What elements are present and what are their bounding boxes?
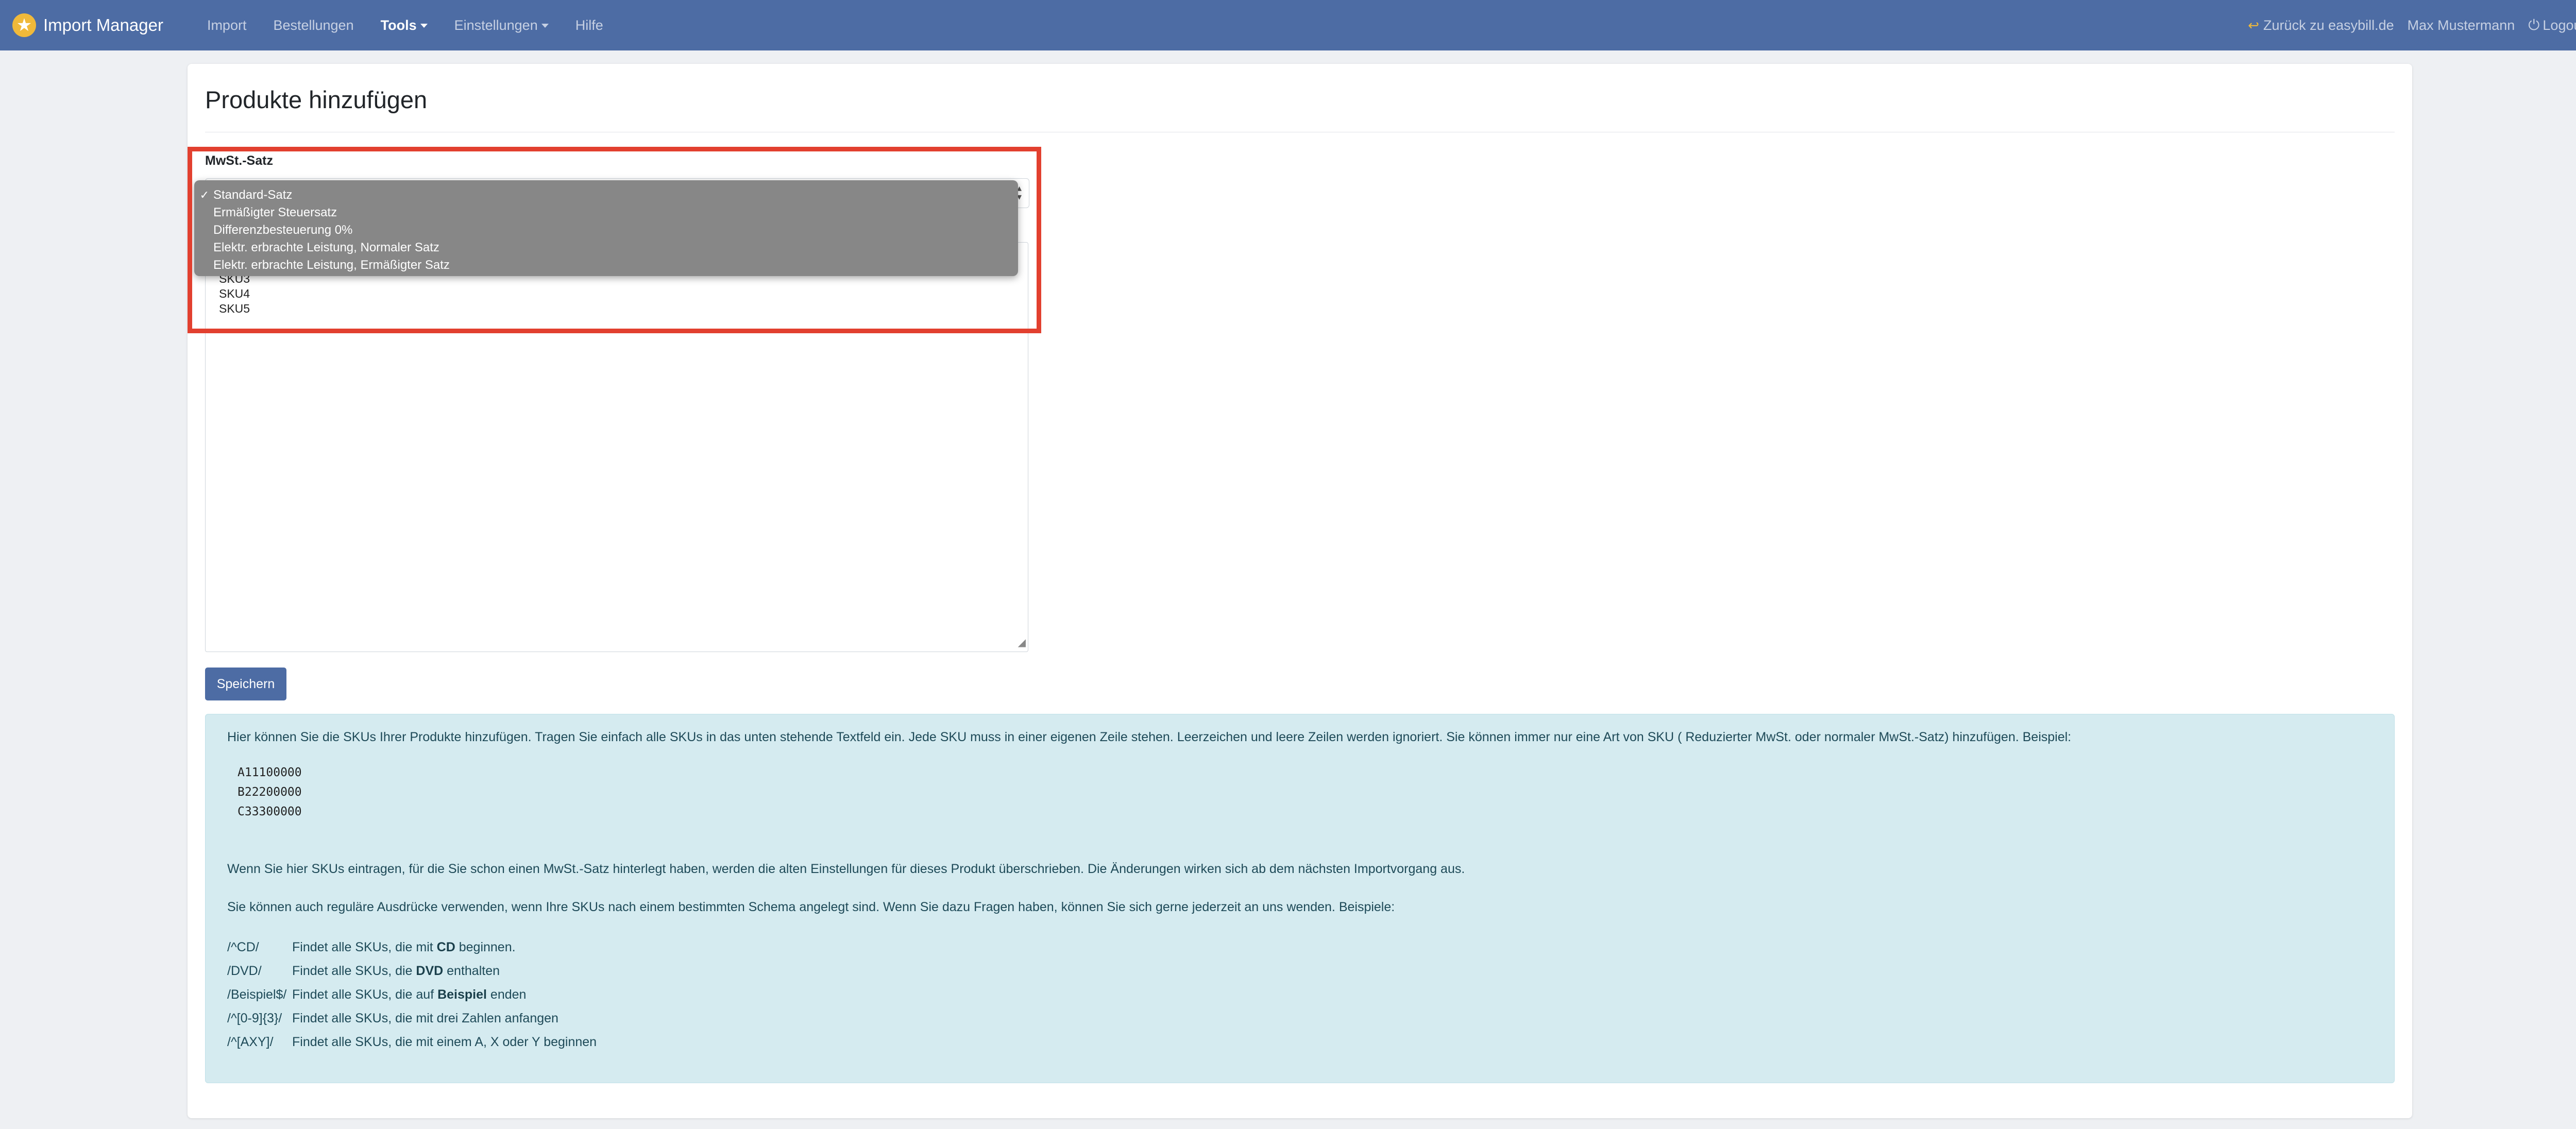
- regex-desc-text: Findet alle SKUs, die: [292, 964, 416, 978]
- regex-desc: Findet alle SKUs, die auf Beispiel enden: [292, 987, 526, 1002]
- example-sku: B22200000: [238, 785, 302, 799]
- nav-tools-label: Tools: [380, 17, 417, 33]
- example-sku: A11100000: [238, 766, 302, 779]
- regex-example: /^[0-9]{3}/ Findet alle SKUs, die mit dr…: [227, 1011, 558, 1026]
- regex-pattern: /DVD/: [227, 964, 262, 978]
- regex-desc-text: Findet alle SKUs, die auf: [292, 987, 438, 1002]
- page-title: Produkte hinzufügen: [205, 86, 428, 113]
- vat-option-label: Elektr. erbrachte Leistung, Ermäßigter S…: [213, 258, 450, 272]
- nav-right: ↩ Zurück zu easybill.de Max Mustermann ⏻…: [2234, 0, 2576, 50]
- save-button[interactable]: Speichern: [205, 668, 286, 700]
- regex-pattern: /^[0-9]{3}/: [227, 1011, 282, 1025]
- regex-example: /DVD/ Findet alle SKUs, die DVD enthalte…: [227, 964, 500, 979]
- nav-import[interactable]: Import: [207, 18, 247, 33]
- help-info-box: Hier können Sie die SKUs Ihrer Produkte …: [205, 714, 2395, 1083]
- vat-option[interactable]: Elektr. erbrachte Leistung, Ermäßigter S…: [194, 256, 1018, 274]
- nav-einstellungen-label: Einstellungen: [454, 17, 538, 33]
- nav-hilfe[interactable]: Hilfe: [575, 18, 603, 33]
- logout-link[interactable]: ⏻ Logout: [2528, 17, 2576, 34]
- regex-example: /^CD/ Findet alle SKUs, die mit CD begin…: [227, 940, 516, 955]
- logout-label: Logout: [2543, 17, 2576, 33]
- regex-pattern: /Beispiel$/: [227, 987, 287, 1002]
- info-regex-intro: Sie können auch reguläre Ausdrücke verwe…: [227, 900, 1395, 914]
- regex-desc-bold: DVD: [416, 964, 444, 978]
- back-arrow-icon: ↩: [2248, 17, 2260, 33]
- vat-option-label: Elektr. erbrachte Leistung, Normaler Sat…: [213, 241, 439, 254]
- nav-links: Import Bestellungen Tools Einstellungen …: [207, 18, 630, 33]
- example-sku: C33300000: [238, 805, 302, 818]
- app-title: Import Manager: [43, 15, 163, 35]
- user-name[interactable]: Max Mustermann: [2408, 18, 2515, 33]
- caret-down-icon: [420, 24, 428, 28]
- regex-desc: Findet alle SKUs, die mit einem A, X ode…: [292, 1035, 597, 1049]
- info-intro: Hier können Sie die SKUs Ihrer Produkte …: [227, 730, 2072, 744]
- regex-desc-text: enden: [486, 987, 527, 1002]
- main-card: Produkte hinzufügen MwSt.-Satz ▴ ▾ SKU3 S…: [188, 64, 2412, 1118]
- regex-desc-text: Findet alle SKUs, die mit: [292, 940, 437, 954]
- caret-down-icon: [541, 24, 549, 28]
- vat-option[interactable]: ✓ Standard-Satz: [194, 186, 1018, 204]
- star-icon: ★: [12, 13, 36, 37]
- back-link-label: Zurück zu easybill.de: [2263, 17, 2394, 33]
- back-to-easybill-link[interactable]: ↩ Zurück zu easybill.de: [2248, 18, 2394, 33]
- regex-desc-text: beginnen.: [455, 940, 516, 954]
- vat-dropdown-menu: ✓ Standard-Satz Ermäßigter Steuersatz Dif…: [194, 180, 1018, 276]
- regex-desc: Findet alle SKUs, die mit drei Zahlen an…: [292, 1011, 558, 1025]
- regex-desc: Findet alle SKUs, die mit CD beginnen.: [292, 940, 516, 955]
- regex-example: /Beispiel$/ Findet alle SKUs, die auf Be…: [227, 987, 526, 1002]
- nav-tools[interactable]: Tools: [381, 18, 428, 33]
- regex-desc-bold: CD: [436, 940, 455, 954]
- regex-desc-text: enthalten: [443, 964, 500, 978]
- vat-option-label: Standard-Satz: [213, 188, 293, 202]
- sku-line: SKU4: [219, 287, 250, 300]
- regex-desc-bold: Beispiel: [437, 987, 487, 1002]
- info-overwrite: Wenn Sie hier SKUs eintragen, für die Si…: [227, 862, 1465, 876]
- checkmark-icon: ✓: [199, 189, 209, 201]
- brand[interactable]: ★ Import Manager: [12, 13, 163, 37]
- vat-option[interactable]: Differenzbesteuerung 0%: [194, 221, 1018, 239]
- sku-textarea[interactable]: SKU3 SKU4 SKU5 ◢: [205, 242, 1028, 652]
- regex-example: /^[AXY]/ Findet alle SKUs, die mit einem…: [227, 1035, 597, 1050]
- vat-option[interactable]: Elektr. erbrachte Leistung, Normaler Sat…: [194, 239, 1018, 256]
- nav-einstellungen[interactable]: Einstellungen: [454, 18, 549, 33]
- vat-option[interactable]: Ermäßigter Steuersatz: [194, 204, 1018, 221]
- resize-handle-icon[interactable]: ◢: [1018, 636, 1026, 651]
- vat-option-label: Ermäßigter Steuersatz: [213, 206, 337, 219]
- regex-pattern: /^CD/: [227, 940, 259, 954]
- vat-option-label: Differenzbesteuerung 0%: [213, 223, 353, 237]
- regex-desc: Findet alle SKUs, die DVD enthalten: [292, 964, 500, 979]
- nav-bestellungen[interactable]: Bestellungen: [273, 18, 353, 33]
- vat-label: MwSt.-Satz: [205, 153, 273, 168]
- regex-pattern: /^[AXY]/: [227, 1035, 274, 1049]
- sku-line: SKU5: [219, 302, 250, 315]
- top-navbar: ★ Import Manager Import Bestellungen Too…: [0, 0, 2576, 50]
- power-icon: ⏻: [2528, 16, 2540, 33]
